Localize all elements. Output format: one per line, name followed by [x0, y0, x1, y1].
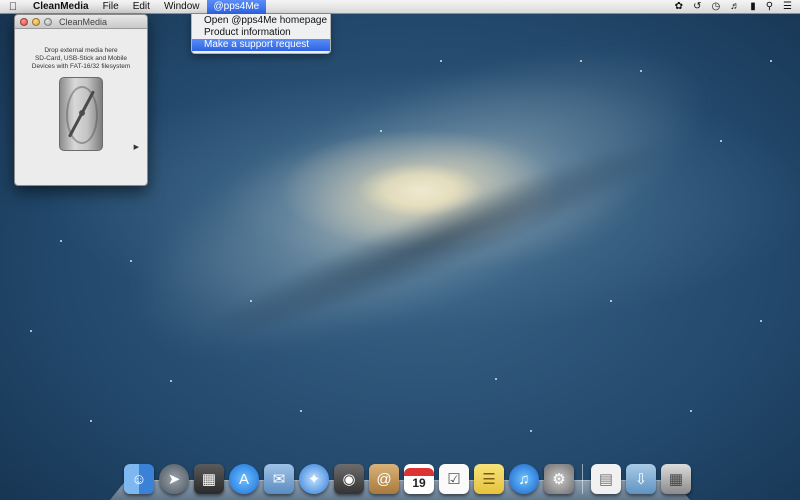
dock: ☺ ➤ ▦ A ✉ ✦ ◉ @ 19 ☑ ☰ ♫ ⚙ ▤ ⇩ ▦ — [124, 458, 691, 494]
menu-item-open-homepage[interactable]: Open @pps4Me homepage — [192, 15, 330, 27]
menu-file[interactable]: File — [96, 0, 126, 14]
minimize-button[interactable] — [32, 17, 40, 26]
paw-icon[interactable]: ✿ — [675, 1, 683, 12]
finder-icon[interactable]: ☺ — [124, 464, 154, 494]
system-preferences-icon[interactable]: ⚙ — [544, 464, 574, 494]
battery-icon[interactable]: ▮ — [750, 1, 756, 12]
downloads-folder-icon[interactable]: ⇩ — [626, 464, 656, 494]
menu-window[interactable]: Window — [157, 0, 207, 14]
hard-disk-icon — [59, 77, 103, 151]
clock-icon[interactable]: ◷ — [711, 1, 720, 12]
menu-pps4me[interactable]: @pps4Me — [206, 0, 267, 14]
cleanmedia-window: CleanMedia Drop external media here SD-C… — [14, 14, 148, 186]
pps4me-menu-dropdown: Open @pps4Me homepage Product informatio… — [191, 14, 331, 54]
status-icons: ✿ ↺ ◷ ♬ ▮ ⚲ ☰ — [675, 1, 800, 12]
time-machine-icon[interactable]: ↺ — [693, 1, 701, 12]
mail-icon[interactable]: ✉ — [264, 464, 294, 494]
facetime-icon[interactable]: ◉ — [334, 464, 364, 494]
menu-bar:  CleanMedia File Edit Window @pps4Me ✿ … — [0, 0, 800, 14]
app-store-icon[interactable]: A — [229, 464, 259, 494]
mission-control-icon[interactable]: ▦ — [194, 464, 224, 494]
volume-icon[interactable]: ♬ — [730, 1, 740, 12]
drop-hint-line-2: SD-Card, USB-Stick and Mobile — [34, 55, 128, 62]
drop-hint-line-1: Drop external media here — [44, 47, 118, 54]
dock-separator — [582, 464, 583, 494]
menu-edit[interactable]: Edit — [126, 0, 157, 14]
itunes-icon[interactable]: ♫ — [509, 464, 539, 494]
play-arrow-icon[interactable]: ▶ — [134, 143, 139, 151]
spotlight-icon[interactable]: ⚲ — [766, 1, 773, 12]
calendar-day: 19 — [412, 476, 426, 490]
notes-icon[interactable]: ☰ — [474, 464, 504, 494]
window-title: CleanMedia — [59, 17, 108, 27]
drop-area[interactable]: Drop external media here SD-Card, USB-St… — [15, 29, 147, 151]
close-button[interactable] — [20, 17, 28, 26]
menu-app-name[interactable]: CleanMedia — [26, 0, 96, 14]
menu-item-product-information[interactable]: Product information — [192, 27, 330, 39]
window-titlebar[interactable]: CleanMedia — [15, 15, 147, 29]
calendar-icon[interactable]: 19 — [404, 464, 434, 494]
contacts-icon[interactable]: @ — [369, 464, 399, 494]
list-icon[interactable]: ☰ — [783, 1, 792, 12]
trash-icon[interactable]: ▦ — [661, 464, 691, 494]
menu-item-support-request[interactable]: Make a support request — [192, 39, 330, 51]
drop-hint-line-3: Devices with FAT-16/32 filesystem — [31, 63, 131, 70]
reminders-icon[interactable]: ☑ — [439, 464, 469, 494]
documents-stack-icon[interactable]: ▤ — [591, 464, 621, 494]
zoom-button[interactable] — [44, 17, 52, 26]
apple-icon[interactable]:  — [0, 1, 26, 13]
launchpad-icon[interactable]: ➤ — [159, 464, 189, 494]
safari-icon[interactable]: ✦ — [299, 464, 329, 494]
galaxy-glow — [91, 0, 749, 419]
